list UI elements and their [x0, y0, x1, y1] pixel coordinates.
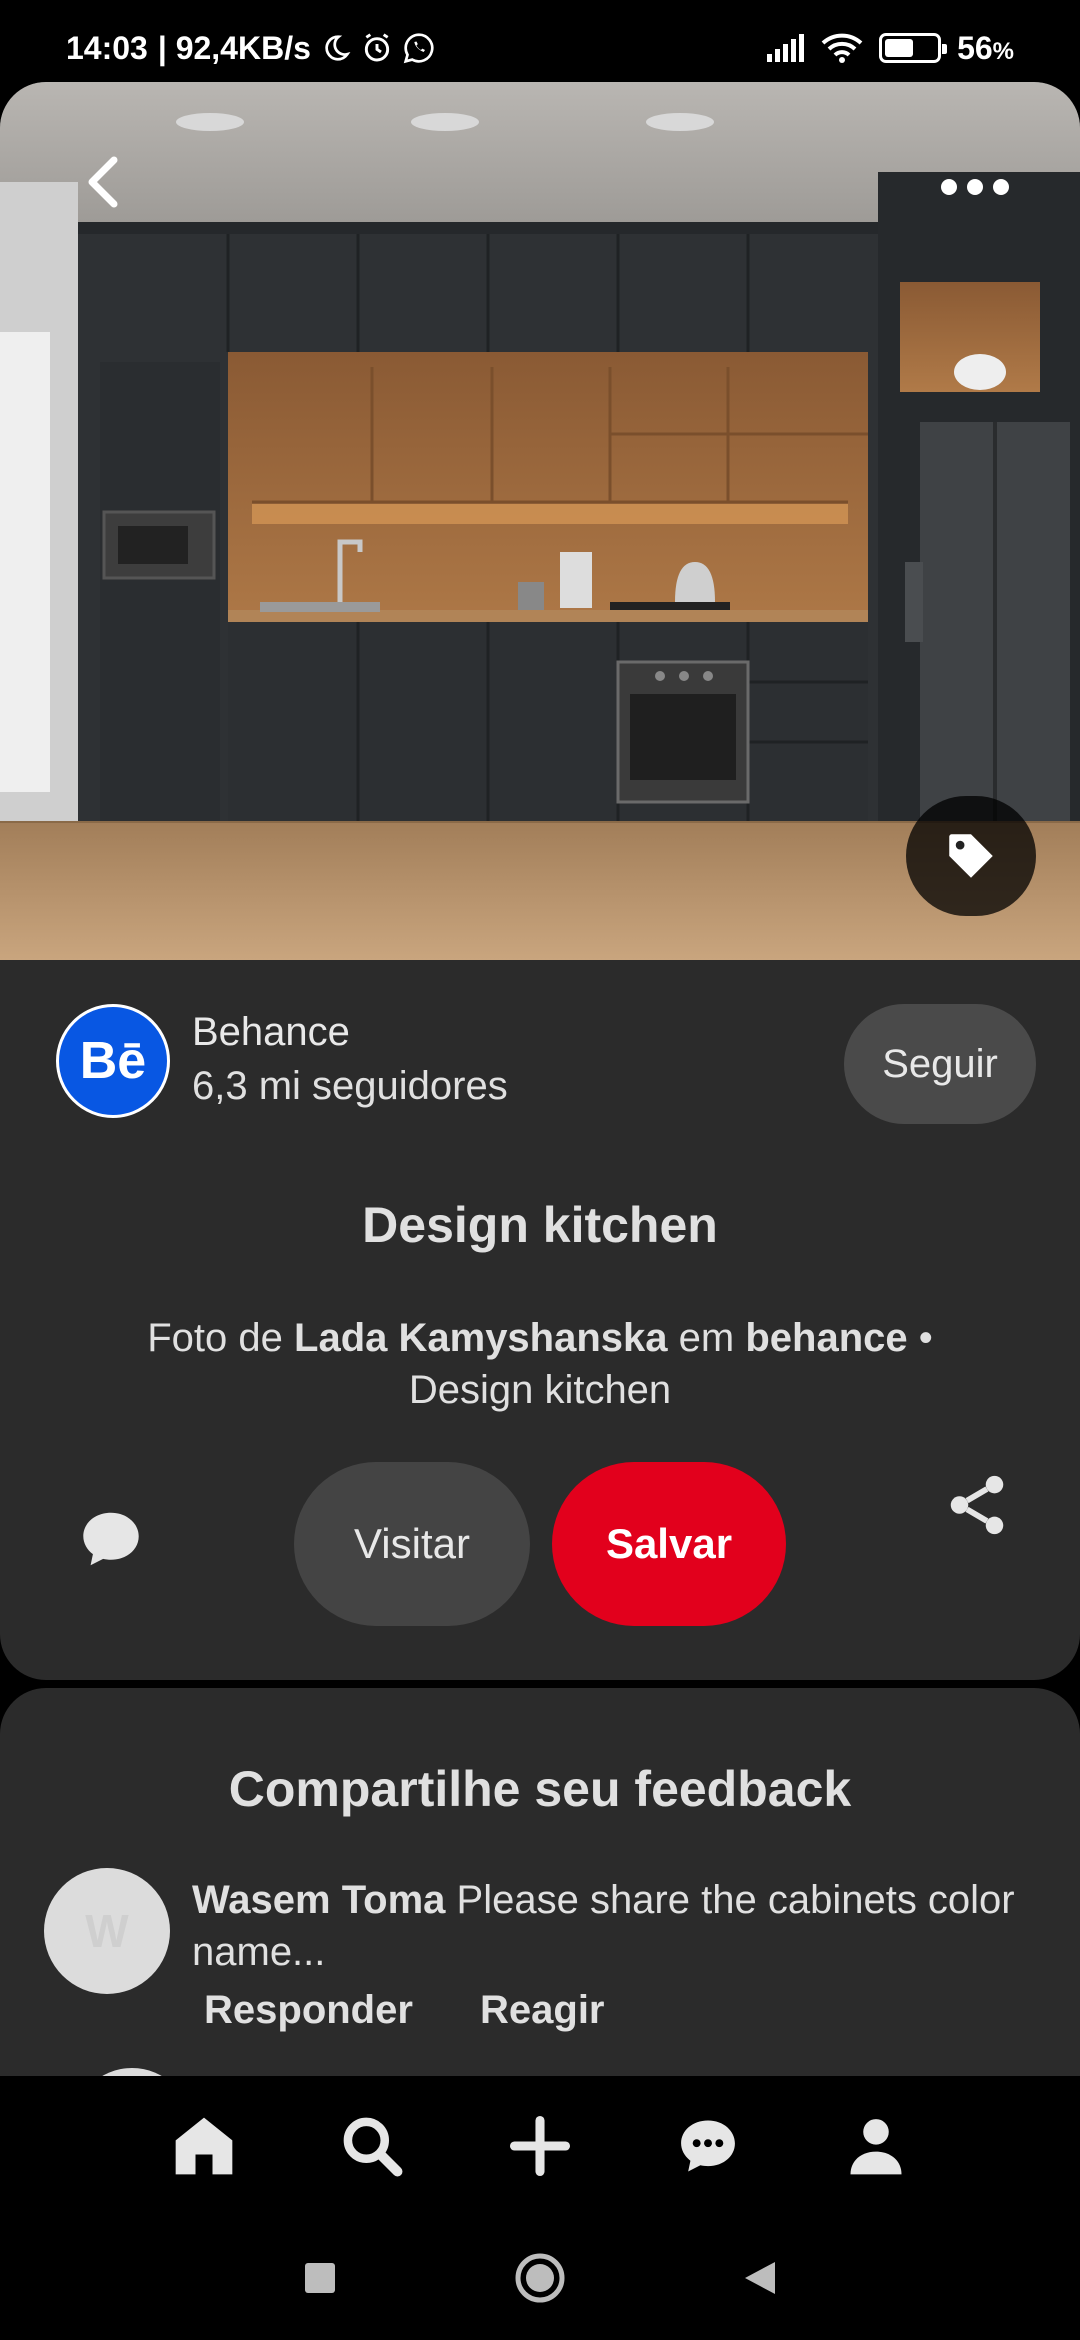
system-navigation	[0, 2216, 1080, 2340]
pin-title: Design kitchen	[362, 1197, 718, 1253]
share-button[interactable]	[942, 1470, 1012, 1540]
feedback-title: Compartilhe seu feedback	[228, 1761, 852, 1817]
pin-info-card: Bē Behance 6,3 mi seguidores Seguir Desi…	[0, 960, 1080, 1680]
react-button[interactable]: Reagir	[480, 1988, 605, 2033]
square-icon	[305, 2263, 335, 2293]
battery-icon	[879, 33, 948, 63]
home-system-button[interactable]	[510, 2248, 570, 2308]
visit-button[interactable]: Visitar	[294, 1462, 530, 1626]
more-dot	[993, 179, 1009, 195]
pin-description: Foto de Lada Kamyshanska em behance • De…	[147, 1316, 933, 1412]
share-icon	[950, 1475, 1004, 1535]
wifi-icon	[821, 33, 863, 63]
source-link[interactable]: behance	[745, 1316, 907, 1360]
comment-button[interactable]	[76, 1504, 146, 1574]
tag-icon	[949, 834, 993, 878]
author-link[interactable]: Lada Kamyshanska	[294, 1316, 668, 1360]
status-right: 56%	[765, 30, 1014, 67]
nav-create[interactable]	[500, 2106, 580, 2186]
follower-count: 6,3 mi seguidores	[192, 1064, 508, 1108]
back-system-button[interactable]	[730, 2248, 790, 2308]
feedback-card: Compartilhe seu feedback W Wasem Toma Pl…	[0, 1688, 1080, 2088]
profile-icon	[850, 2119, 902, 2175]
battery-text: 56%	[957, 29, 1014, 66]
chevron-left-icon	[88, 156, 118, 208]
messages-icon	[681, 2120, 735, 2172]
tag-button[interactable]	[906, 796, 1036, 916]
creator-avatar[interactable]: Bē	[56, 1004, 170, 1118]
home-icon	[175, 2117, 233, 2175]
nav-profile[interactable]	[836, 2106, 916, 2186]
more-dot	[967, 179, 983, 195]
creator-name[interactable]: Behance	[192, 1010, 350, 1055]
battery-fill	[885, 39, 914, 57]
comment-author[interactable]: Wasem Toma	[192, 1878, 445, 1922]
triangle-back-icon	[745, 2262, 775, 2294]
network-speed: | 92,4KB/s	[157, 29, 311, 66]
moon-icon	[325, 35, 351, 61]
circle-icon	[515, 2253, 565, 2303]
save-button[interactable]: Salvar	[552, 1462, 786, 1626]
recents-button[interactable]	[290, 2248, 350, 2308]
reply-button[interactable]: Responder	[204, 1988, 413, 2033]
comment-avatar[interactable]: W	[44, 1868, 170, 1994]
whatsapp-icon	[403, 33, 434, 64]
pin-image[interactable]	[0, 82, 1080, 960]
bottom-navigation	[0, 2076, 1080, 2216]
status-left: 14:03 | 92,4KB/s	[66, 30, 435, 67]
nav-home[interactable]	[164, 2106, 244, 2186]
more-options-button[interactable]	[930, 162, 1020, 212]
back-button[interactable]	[70, 150, 134, 214]
comment-icon	[83, 1512, 139, 1566]
plus-icon	[509, 2115, 571, 2177]
follow-button[interactable]: Seguir	[844, 1004, 1036, 1124]
comment-text: Wasem Toma Please share the cabinets col…	[192, 1878, 1015, 1974]
more-dot	[941, 179, 957, 195]
search-icon	[343, 2117, 403, 2177]
nav-messages[interactable]	[668, 2106, 748, 2186]
alarm-icon	[364, 33, 390, 62]
nav-search[interactable]	[332, 2106, 412, 2186]
signal-icon	[767, 34, 805, 62]
status-time: 14:03	[66, 29, 148, 66]
